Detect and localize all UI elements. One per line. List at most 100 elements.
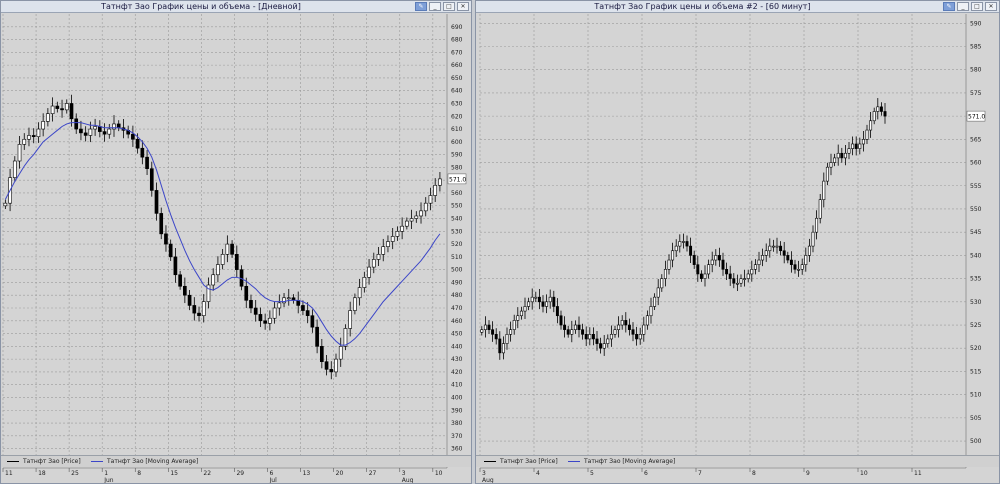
candle-body-up <box>357 287 362 299</box>
candle-body-up <box>761 255 765 261</box>
candle-body-down <box>83 132 88 136</box>
candle-body-down <box>178 274 182 287</box>
y-tick-label: 510 <box>970 392 982 399</box>
candle-body-up <box>869 120 873 131</box>
candle-body-up <box>649 306 653 317</box>
candle-body-down <box>552 296 556 307</box>
candle-body-up <box>523 306 527 312</box>
y-tick-label: 565 <box>970 136 982 143</box>
legend-swatch-price <box>7 461 19 462</box>
candle-body-up <box>656 287 660 298</box>
candle-body-up <box>681 241 685 243</box>
y-tick-label: 650 <box>451 75 463 82</box>
x-tick-label: 27 <box>369 470 377 477</box>
x-tick-label: 9 <box>806 470 810 477</box>
y-tick-label: 450 <box>451 331 463 338</box>
candle-body-down <box>779 245 783 252</box>
y-tick-label: 585 <box>970 43 982 50</box>
legend-item-ma: Татнфт Зао [Moving Average] <box>91 456 198 467</box>
candle-body-up <box>750 269 754 275</box>
candle-body-up <box>825 166 829 182</box>
y-tick-label: 460 <box>451 318 463 325</box>
legend-swatch-ma <box>568 461 580 462</box>
candle-body-up <box>36 128 41 138</box>
candle-body-down <box>599 343 603 349</box>
candle-body-up <box>211 274 216 286</box>
candle-body-down <box>301 305 305 311</box>
candle-body-down <box>187 294 192 306</box>
candle-body-up <box>381 246 386 255</box>
candle-body-down <box>253 307 258 315</box>
y-tick-label: 470 <box>451 305 463 312</box>
candle-body-down <box>624 320 628 326</box>
candle-body-up <box>609 334 613 340</box>
candle-body-up <box>220 254 225 265</box>
price-chart-hourly[interactable]: 5005055105155205255305355405455505555605… <box>476 1 999 483</box>
candle-body-down <box>789 259 793 265</box>
candle-body-up <box>353 297 357 311</box>
y-tick-label: 575 <box>970 90 982 97</box>
candle-body-up <box>815 217 819 233</box>
candle-body-up <box>480 329 484 333</box>
y-tick-label: 590 <box>451 152 463 159</box>
x-tick-label: 3 <box>482 470 486 477</box>
candle-body-up <box>757 259 761 265</box>
x-tick-label: 7 <box>698 470 702 477</box>
candle-body-up <box>509 329 513 335</box>
chart-window-daily[interactable]: Татнфт Зао График цены и объема - [Дневн… <box>0 0 472 484</box>
candle-body-up <box>282 297 286 304</box>
y-tick-label: 555 <box>970 183 982 190</box>
candle-body-up <box>225 243 230 255</box>
candle-body-up <box>483 324 487 330</box>
x-tick-label: 20 <box>336 470 344 477</box>
x-tick-label: 6 <box>270 470 274 477</box>
y-tick-label: 515 <box>970 368 982 375</box>
price-chart-daily[interactable]: 360 370 380 390 400 410 420 430 440 450 460 470 480 4… <box>1 1 471 483</box>
candle-body-down <box>581 329 585 335</box>
candle-body-down <box>230 243 234 255</box>
candle-body-down <box>145 156 149 169</box>
candle-body-up <box>847 148 851 154</box>
y-tick-label: 440 <box>451 343 463 350</box>
candle-body-up <box>433 184 438 196</box>
candle-body-down <box>563 324 567 330</box>
legend-swatch-price <box>484 461 496 462</box>
candle-body-up <box>395 231 400 237</box>
candle-body-down <box>559 315 563 326</box>
candle-body-up <box>811 231 815 247</box>
x-tick-label: 18 <box>38 470 46 477</box>
y-tick-label: 560 <box>451 190 463 197</box>
chart-window-hourly[interactable]: Татнфт Зао График цены и объема #2 - [60… <box>475 0 1000 484</box>
candle-body-up <box>376 254 381 260</box>
candle-body-up <box>516 315 520 321</box>
candle-body-up <box>423 202 428 212</box>
candle-body-up <box>216 264 220 276</box>
candle-body-down <box>635 334 639 340</box>
candle-body-up <box>64 103 69 111</box>
y-tick-label: 540 <box>451 216 463 223</box>
candle-body-up <box>671 250 675 261</box>
candle-body-up <box>739 278 743 284</box>
candle-body-up <box>638 334 642 340</box>
candle-body-down <box>74 118 79 130</box>
candle-body-up <box>642 324 646 335</box>
candle-body-up <box>851 143 855 149</box>
candle-body-up <box>836 152 840 159</box>
candle-body-down <box>537 296 541 303</box>
y-tick-label: 530 <box>970 299 982 306</box>
y-tick-label: 535 <box>970 276 982 283</box>
legend-label-ma: Татнфт Зао [Moving Average] <box>107 458 199 465</box>
candle-body-up <box>419 210 423 217</box>
candle-body-down <box>721 259 725 270</box>
y-tick-label: 390 <box>451 407 463 414</box>
x-tick-month-label: Aug <box>482 477 494 483</box>
candle-body-up <box>534 296 538 299</box>
candle-body-up <box>527 301 531 307</box>
candle-body-down <box>69 103 74 120</box>
candle-body-up <box>409 218 414 222</box>
x-tick-label: 15 <box>170 470 178 477</box>
candle-body-up <box>512 320 516 330</box>
y-tick-label: 580 <box>451 164 463 171</box>
candle-body-up <box>768 245 772 252</box>
candle-body-up <box>272 307 277 319</box>
